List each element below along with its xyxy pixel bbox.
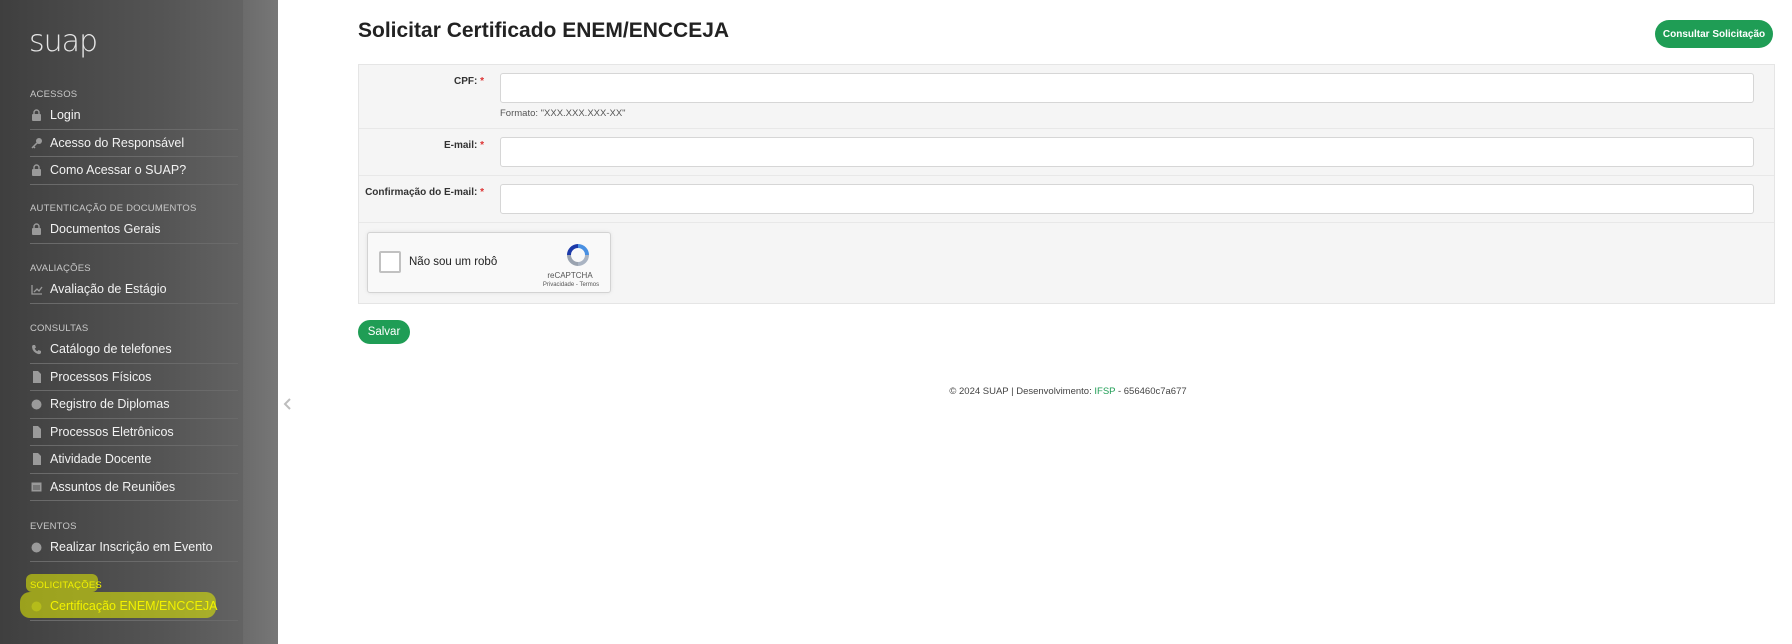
section-title: Acessos (30, 89, 78, 100)
lock-icon (30, 109, 43, 122)
required-mark: * (480, 187, 484, 198)
cpf-label-text: CPF: (453, 76, 478, 87)
required-mark: * (480, 76, 484, 87)
page-title: Solicitar Certificado ENEM/ENCCEJA (358, 19, 730, 42)
email-confirm-label-text: Confirmação do E-mail: (365, 187, 478, 198)
sidebar-item-avaliacao-estagio[interactable]: Avaliação de Estágio (30, 276, 238, 304)
sidebar-item-login[interactable]: Login (30, 102, 238, 130)
sidebar-item-label: Assuntos de Reuniões (50, 479, 176, 494)
chart-icon (30, 283, 43, 296)
phone-icon (30, 343, 43, 356)
request-form: CPF: * Formato: "XXX.XXX.XXX-XX" E-mail:… (358, 64, 1775, 304)
suap-logo[interactable]: suap (29, 24, 98, 59)
section-solicitacoes: Solicitações Certificação ENEM/ENCCEJA (30, 579, 238, 621)
recaptcha-terms-link[interactable]: Privacidade - Termos (536, 282, 606, 288)
sidebar-item-label: Documentos Gerais (50, 222, 161, 237)
file-icon (30, 370, 43, 383)
sidebar-item-label: Registro de Diplomas (50, 397, 170, 412)
recaptcha-checkbox[interactable] (379, 251, 401, 273)
calendar-icon (30, 480, 43, 493)
footer-version: - 656460c7a677 (1115, 386, 1187, 397)
sidebar-rail (243, 0, 278, 644)
sidebar-item-label: Processos Físicos (50, 369, 152, 384)
sidebar-item-label: Certificação ENEM/ENCCEJA (50, 599, 218, 614)
lock-icon (30, 223, 43, 236)
sidebar-item-label: Avaliação de Estágio (50, 282, 167, 297)
section-avaliacoes: Avaliações Avaliação de Estágio (30, 262, 238, 304)
sidebar-item-documentos-gerais[interactable]: Documentos Gerais (30, 216, 238, 244)
sidebar-item-assuntos-reunioes[interactable]: Assuntos de Reuniões (30, 474, 238, 501)
sidebar-item-inscricao-evento[interactable]: Realizar Inscrição em Evento (30, 534, 238, 562)
sidebar-item-label: Atividade Docente (50, 452, 152, 467)
recaptcha-widget: Não sou um robô reCAPTCHA Privacidade - … (367, 232, 611, 293)
recaptcha-brand: reCAPTCHA (547, 271, 593, 280)
email-label-text: E-mail: (443, 140, 478, 151)
sidebar-item-atividade-docente[interactable]: Atividade Docente (30, 446, 238, 474)
cpf-help: Formato: "XXX.XXX.XXX-XX" (500, 108, 626, 119)
chevron-left-icon[interactable] (279, 395, 297, 413)
sidebar-item-label: Processos Eletrônicos (50, 424, 174, 439)
recaptcha-label: Não sou um robô (409, 256, 498, 268)
sidebar: suap Acessos Login Acesso do Responsável… (0, 0, 278, 644)
sidebar-item-processos-fisicos[interactable]: Processos Físicos (30, 364, 238, 391)
circle-icon (30, 541, 43, 554)
sidebar-item-processos-eletronicos[interactable]: Processos Eletrônicos (30, 419, 238, 446)
consultar-solicitacao-button[interactable]: Consultar Solicitação (1655, 20, 1773, 48)
sidebar-item-como-acessar[interactable]: Como Acessar o SUAP? (30, 157, 238, 185)
email-label: E-mail: * (444, 140, 484, 151)
sidebar-item-label: Catálogo de telefones (50, 342, 172, 357)
footer-org-link[interactable]: IFSP (1094, 386, 1115, 397)
required-mark: * (480, 140, 484, 151)
email-confirm-row: Confirmação do E-mail: * (359, 176, 1774, 223)
save-button[interactable]: Salvar (358, 320, 410, 344)
section-title: Solicitações (30, 580, 102, 591)
footer: © 2024 SUAP | Desenvolvimento: IFSP - 65… (358, 386, 1778, 397)
recaptcha-logo-icon (564, 241, 592, 269)
section-title: Autenticação de Documentos (30, 203, 197, 214)
sidebar-item-registro-diplomas[interactable]: Registro de Diplomas (30, 391, 238, 419)
footer-prefix: © 2024 SUAP | Desenvolvimento: (949, 386, 1095, 397)
cpf-label: CPF: * (454, 76, 484, 87)
sidebar-item-label: Login (50, 108, 81, 123)
section-consultas: Consultas Catálogo de telefones Processo… (30, 322, 238, 501)
sidebar-item-acesso-responsavel[interactable]: Acesso do Responsável (30, 130, 238, 157)
cpf-input[interactable] (500, 73, 1754, 103)
sidebar-item-label: Acesso do Responsável (50, 135, 185, 150)
sidebar-item-certificacao-enem[interactable]: Certificação ENEM/ENCCEJA (30, 593, 238, 621)
section-title: Avaliações (30, 263, 91, 274)
sidebar-item-label: Realizar Inscrição em Evento (50, 540, 213, 555)
section-eventos: Eventos Realizar Inscrição em Evento (30, 520, 238, 562)
email-row: E-mail: * (359, 129, 1774, 176)
file-icon (30, 425, 43, 438)
email-input[interactable] (500, 137, 1754, 167)
lock-icon (30, 164, 43, 177)
circle-icon (30, 600, 43, 613)
sidebar-item-label: Como Acessar o SUAP? (50, 163, 187, 178)
sidebar-item-catalogo-telefones[interactable]: Catálogo de telefones (30, 336, 238, 364)
section-title: Eventos (30, 521, 77, 532)
key-icon (30, 136, 43, 149)
file-icon (30, 453, 43, 466)
section-title: Consultas (30, 323, 89, 334)
sidebar-menu: suap Acessos Login Acesso do Responsável… (0, 0, 243, 644)
circle-icon (30, 398, 43, 411)
cpf-row: CPF: * Formato: "XXX.XXX.XXX-XX" (359, 65, 1774, 129)
section-autenticacao: Autenticação de Documentos Documentos Ge… (30, 202, 238, 244)
email-confirm-input[interactable] (500, 184, 1754, 214)
section-acessos: Acessos Login Acesso do Responsável Como… (30, 88, 238, 185)
email-confirm-label: Confirmação do E-mail: * (365, 187, 484, 198)
